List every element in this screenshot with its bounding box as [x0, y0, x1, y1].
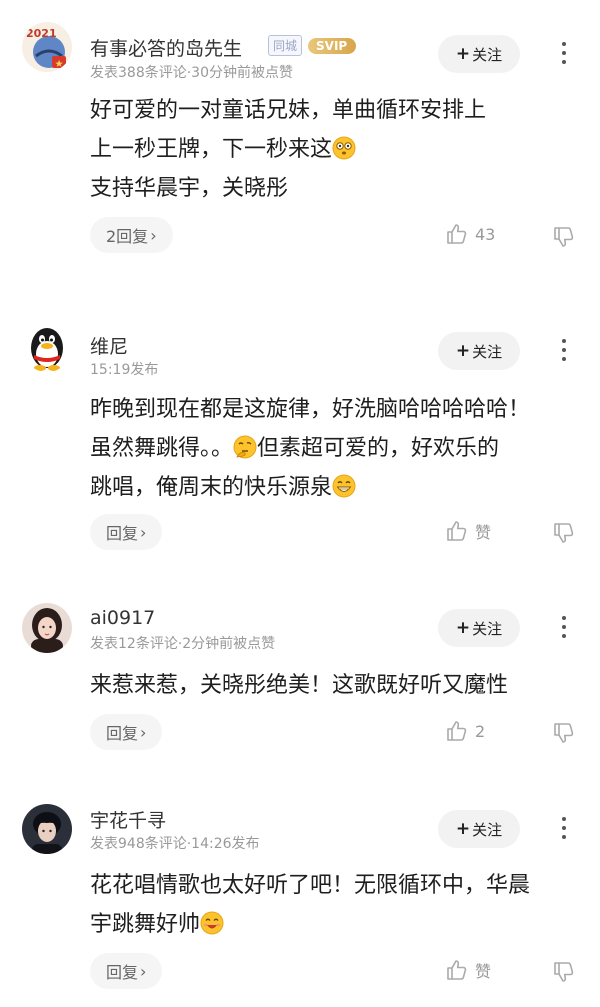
like-button[interactable]: 赞 [445, 958, 491, 982]
comment-meta: 15:19发布 [90, 362, 159, 378]
comment-text: 花花唱情歌也太好听了吧！无限循环中，华晨 宇跳舞好帅 [90, 866, 530, 944]
follow-button[interactable]: + 关注 [438, 332, 520, 370]
reply-button[interactable]: 2回复 › [90, 217, 173, 253]
follow-button[interactable]: + 关注 [438, 35, 520, 73]
thinking-face-emoji [233, 435, 257, 459]
reply-label: 回复 [106, 524, 139, 543]
comment-text: 好可爱的一对童话兄妹，单曲循环安排上 上一秒王牌，下一秒来这 支持华晨宇，关晓彤 [90, 91, 486, 208]
like-count: 赞 [475, 962, 492, 981]
svip-badge: SVIP [308, 37, 357, 54]
follow-button[interactable]: + 关注 [438, 810, 520, 848]
comment-line-text: 虽然舞跳得。。 [90, 436, 234, 461]
like-count: 赞 [475, 523, 492, 542]
comment-line-text: 跳唱，俺周末的快乐源泉 [90, 475, 333, 500]
more-vertical-icon[interactable] [552, 813, 576, 843]
plus-icon: + [455, 618, 471, 638]
comment-text: 昨晚到现在都是这旋律，好洗脑哈哈哈哈哈！ 虽然舞跳得。。 但素超可爱的，好欢乐的… [90, 390, 530, 507]
reply-label: 回复 [106, 724, 139, 743]
avatar-year-text: 2021 [26, 27, 57, 40]
thumbs-down-icon [554, 723, 574, 743]
comment-line: 支持华晨宇，关晓彤 [90, 176, 289, 201]
thumbs-down-icon [554, 523, 574, 543]
grinning-face-emoji [332, 474, 356, 498]
dizzy-face-emoji [332, 136, 356, 160]
plus-icon: + [455, 819, 471, 839]
thumbs-down-icon [554, 962, 574, 982]
comment-line-text: 上一秒王牌，下一秒来这 [90, 137, 333, 162]
follow-button[interactable]: + 关注 [438, 609, 520, 647]
same-city-badge: 同城 [268, 35, 303, 56]
comment-line-text: 宇跳舞好帅 [90, 912, 201, 937]
dislike-button[interactable] [552, 224, 576, 248]
comment-line: 花花唱情歌也太好听了吧！无限循环中，华晨 [90, 873, 531, 898]
avatar[interactable] [22, 804, 72, 854]
plus-icon: + [455, 44, 471, 64]
comment-meta: 发表948条评论·14:26发布 [90, 836, 260, 852]
plus-icon: + [455, 341, 471, 361]
chevron-right-icon: › [140, 522, 147, 542]
thumbs-up-icon [447, 721, 467, 741]
follow-label: 关注 [472, 342, 503, 361]
thumbs-down-icon [554, 227, 574, 247]
comment-line: 宇跳舞好帅 [90, 905, 530, 944]
thumbs-up-icon [447, 960, 467, 980]
username[interactable]: ai0917 [90, 607, 155, 629]
comment-line: 来惹来惹，关晓彤绝美！这歌既好听又魔性 [90, 673, 509, 698]
comment-line: 上一秒王牌，下一秒来这 [90, 130, 486, 169]
username[interactable]: 有事必答的岛先生 [90, 34, 242, 61]
comment-line-text: 但素超可爱的，好欢乐的 [257, 436, 500, 461]
thumbs-up-icon [447, 521, 467, 541]
reply-label: 2回复 [106, 227, 149, 246]
chevron-right-icon: › [140, 722, 147, 742]
reply-button[interactable]: 回复 › [90, 714, 163, 750]
comment-meta: 发表388条评论·30分钟前被点赞 [90, 65, 293, 81]
chevron-right-icon: › [150, 225, 157, 245]
like-count: 43 [475, 224, 496, 244]
follow-label: 关注 [472, 619, 503, 638]
more-vertical-icon[interactable] [552, 38, 576, 68]
reply-label: 回复 [106, 963, 139, 982]
avatar[interactable] [22, 603, 72, 653]
comment-text: 来惹来惹，关晓彤绝美！这歌既好听又魔性 [90, 666, 508, 705]
dislike-button[interactable] [552, 520, 576, 544]
comment-line: 虽然舞跳得。。 但素超可爱的，好欢乐的 [90, 429, 530, 468]
follow-label: 关注 [472, 45, 503, 64]
more-vertical-icon[interactable] [552, 335, 576, 365]
comment-line: 昨晚到现在都是这旋律，好洗脑哈哈哈哈哈！ [90, 397, 531, 422]
comment-line: 好可爱的一对童话兄妹，单曲循环安排上 [90, 98, 487, 123]
like-button[interactable]: 赞 [445, 519, 491, 543]
smiling-face-emoji [200, 911, 224, 935]
reply-button[interactable]: 回复 › [90, 514, 163, 550]
thumbs-up-icon [447, 224, 467, 244]
dislike-button[interactable] [552, 720, 576, 744]
like-count: 2 [475, 721, 486, 741]
follow-label: 关注 [472, 820, 503, 839]
avatar[interactable] [22, 322, 72, 372]
user-badges: 同城 SVIP [268, 35, 357, 56]
chevron-right-icon: › [140, 961, 147, 981]
like-button[interactable]: 43 [445, 222, 495, 246]
like-button[interactable]: 2 [445, 719, 485, 743]
reply-button[interactable]: 回复 › [90, 953, 163, 989]
more-vertical-icon[interactable] [552, 612, 576, 642]
username[interactable]: 宇花千寻 [90, 806, 166, 833]
dislike-button[interactable] [552, 959, 576, 983]
avatar[interactable]: 2021 [22, 22, 72, 72]
username[interactable]: 维尼 [90, 332, 128, 359]
comment-meta: 发表12条评论·2分钟前被点赞 [90, 636, 276, 652]
comment-line: 跳唱，俺周末的快乐源泉 [90, 468, 530, 507]
